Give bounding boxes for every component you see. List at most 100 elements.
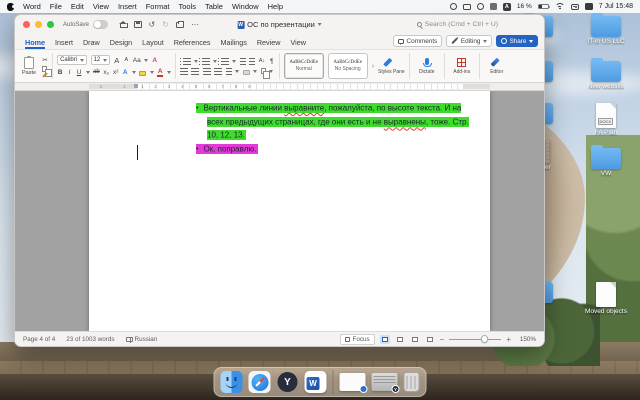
- page-indicator[interactable]: Page 4 of 4: [23, 336, 55, 343]
- grow-font-button[interactable]: A: [114, 56, 120, 65]
- show-paragraph-marks-icon[interactable]: ¶: [269, 58, 275, 65]
- editing-mode-button[interactable]: Editing: [446, 35, 492, 47]
- italic-button[interactable]: I: [67, 69, 73, 76]
- input-source-icon[interactable]: A: [503, 3, 511, 11]
- text-effects-button[interactable]: A: [122, 69, 128, 76]
- dock-item[interactable]: Y: [372, 373, 398, 391]
- draft-view-button[interactable]: [425, 335, 435, 344]
- decrease-indent-icon[interactable]: [240, 58, 246, 65]
- document-title[interactable]: W ОС по презентации: [237, 20, 322, 29]
- menu-item[interactable]: File: [50, 2, 62, 11]
- home-icon[interactable]: [119, 21, 127, 28]
- align-right-icon[interactable]: [203, 68, 211, 75]
- editor-button[interactable]: Editor: [484, 57, 510, 75]
- clear-formatting-button[interactable]: A: [152, 57, 158, 64]
- close-button[interactable]: [23, 21, 30, 28]
- word-count[interactable]: 23 of 1003 words: [66, 336, 114, 343]
- ribbon-tab[interactable]: Insert: [55, 38, 73, 50]
- menu-item[interactable]: View: [93, 2, 109, 11]
- dock-item[interactable]: [404, 372, 420, 392]
- desktop-icon[interactable]: DOCX FA Plan: [576, 103, 636, 136]
- ribbon-tab[interactable]: Mailings: [220, 38, 246, 50]
- desktop-icon[interactable]: New website: [576, 61, 636, 90]
- style-gallery-more[interactable]: ›: [372, 63, 374, 70]
- comments-button[interactable]: Comments: [393, 35, 442, 47]
- menu-item[interactable]: Window: [232, 2, 259, 11]
- status-app-icon[interactable]: [477, 3, 484, 10]
- bold-button[interactable]: B: [57, 69, 63, 76]
- menu-item[interactable]: Insert: [118, 2, 137, 11]
- ribbon-tab[interactable]: References: [174, 38, 211, 50]
- menu-item[interactable]: Table: [205, 2, 223, 11]
- justify-icon[interactable]: [214, 68, 222, 75]
- desktop-icon[interactable]: IT-in US LLC: [576, 16, 636, 45]
- redo-icon[interactable]: ↻: [162, 20, 169, 29]
- cut-icon[interactable]: ✂: [42, 56, 48, 64]
- dock-item[interactable]: Y: [277, 371, 299, 393]
- style-normal[interactable]: AaBbCcDdEe Normal: [284, 53, 324, 79]
- desktop-icon[interactable]: VW: [576, 148, 636, 177]
- control-center-icon[interactable]: [571, 4, 579, 10]
- menu-item[interactable]: Help: [268, 2, 283, 11]
- menu-item[interactable]: Tools: [178, 2, 196, 11]
- dictate-button[interactable]: Dictate: [414, 58, 440, 75]
- dock-item[interactable]: [340, 373, 366, 391]
- dock-item[interactable]: [333, 370, 334, 394]
- web-layout-view-button[interactable]: [395, 335, 405, 344]
- sort-icon[interactable]: A↓: [259, 58, 265, 64]
- battery-icon[interactable]: [538, 4, 549, 10]
- focus-button[interactable]: Focus: [340, 334, 375, 345]
- shrink-font-button[interactable]: A: [123, 57, 129, 63]
- document-text[interactable]: •Вертикальные линии выравните, пожалуйст…: [196, 101, 473, 157]
- bullet-paragraph-green[interactable]: •Вертикальные линии выравните, пожалуйст…: [196, 101, 473, 142]
- styles-pane-button[interactable]: Styles Pane: [378, 57, 405, 75]
- dock-item[interactable]: W: [305, 371, 327, 393]
- multilevel-list-icon[interactable]: [221, 58, 229, 65]
- save-icon[interactable]: [134, 21, 142, 29]
- status-app-icon[interactable]: [490, 3, 497, 10]
- menu-bar-clock[interactable]: 7 Jul 15:48: [599, 3, 633, 10]
- text-highlight-button[interactable]: [139, 71, 146, 76]
- font-size-select[interactable]: 12: [91, 55, 111, 65]
- dock-item[interactable]: [249, 371, 271, 393]
- keyboard-icon[interactable]: [585, 3, 593, 10]
- minimize-button[interactable]: [35, 21, 42, 28]
- apple-menu-icon[interactable]: [7, 3, 14, 11]
- dock-item[interactable]: [221, 371, 243, 393]
- indent-marker[interactable]: [134, 84, 138, 88]
- copy-icon[interactable]: [42, 66, 47, 72]
- change-case-button[interactable]: Aa: [133, 57, 141, 64]
- strikethrough-button[interactable]: ab: [93, 69, 100, 75]
- numbered-list-icon[interactable]: [202, 58, 210, 65]
- language-indicator[interactable]: Russian: [126, 336, 158, 343]
- zoom-level[interactable]: 150%: [516, 336, 536, 343]
- font-color-button[interactable]: A: [157, 68, 163, 77]
- print-layout-view-button[interactable]: [380, 335, 390, 344]
- screen-mirroring-icon[interactable]: [463, 4, 471, 10]
- ribbon-tab[interactable]: Draw: [83, 38, 100, 50]
- ribbon-tab[interactable]: Review: [257, 38, 281, 50]
- font-name-select[interactable]: Calibri: [57, 55, 87, 65]
- ribbon-tab[interactable]: View: [290, 38, 305, 50]
- style-no-spacing[interactable]: AaBbCcDdEe No Spacing: [328, 53, 368, 79]
- print-icon[interactable]: [176, 22, 184, 28]
- menu-item[interactable]: Word: [23, 2, 41, 11]
- bullet-list-icon[interactable]: [183, 58, 191, 65]
- line-spacing-icon[interactable]: [226, 68, 232, 75]
- superscript-button[interactable]: x²: [113, 69, 119, 76]
- paste-button[interactable]: Paste: [20, 57, 38, 76]
- ruler[interactable]: 21 123456789: [15, 83, 544, 91]
- ribbon-tab[interactable]: Home: [25, 38, 45, 50]
- zoom-slider[interactable]: [449, 339, 501, 340]
- increase-indent-icon[interactable]: [249, 58, 255, 65]
- shading-icon[interactable]: [243, 70, 250, 75]
- menu-item[interactable]: Edit: [71, 2, 84, 11]
- menu-item[interactable]: Format: [146, 2, 170, 11]
- underline-button[interactable]: U: [76, 69, 82, 76]
- zoom-button[interactable]: [47, 21, 54, 28]
- addins-button[interactable]: Add-ins: [449, 58, 475, 75]
- zoom-out-button[interactable]: −: [440, 335, 445, 344]
- document-page[interactable]: •Вертикальные линии выравните, пожалуйст…: [89, 91, 490, 331]
- bullet-paragraph-magenta[interactable]: •Ок, поправлю.: [196, 142, 473, 156]
- borders-icon[interactable]: [261, 68, 266, 74]
